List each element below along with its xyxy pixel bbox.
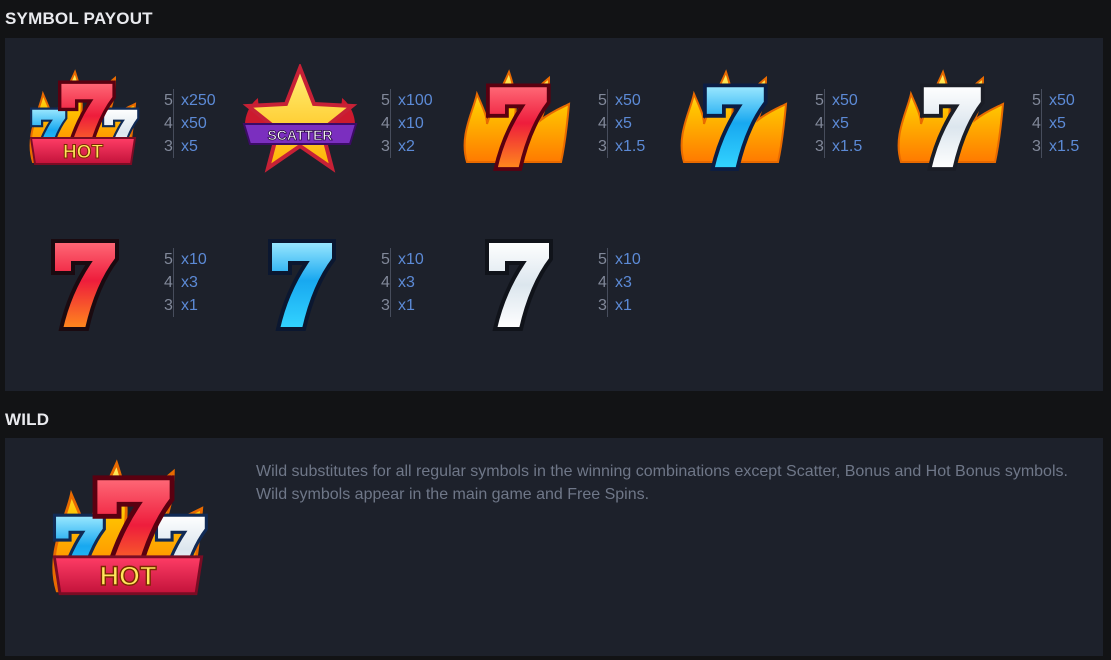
multiplier: x250	[181, 92, 216, 109]
symbol-payout-panel: HOT 5 x250 4 x50 3 x5 SCATTER 5 x100 4 x10 3x…	[5, 38, 1103, 391]
count: 3	[164, 297, 173, 314]
count: 4	[164, 115, 173, 132]
count: 3	[598, 297, 607, 314]
count: 5	[1032, 92, 1041, 109]
hot-wild-icon: HOT	[29, 71, 140, 165]
count: 3	[598, 138, 607, 155]
multiplier: x10	[398, 251, 424, 268]
count: 4	[164, 274, 173, 291]
multiplier: x5	[181, 138, 198, 155]
count: 5	[381, 92, 390, 109]
payout-entry-hot-wild: HOT 5 x250 4 x50 3 x5	[23, 64, 239, 184]
count: 4	[815, 115, 824, 132]
flaming-red-seven-icon	[463, 71, 570, 171]
red-seven-icon	[51, 239, 119, 331]
count: 3	[815, 138, 824, 155]
payout-table: 5 x50 4 x5 3 x1.5	[598, 89, 646, 158]
multiplier: x10	[181, 251, 207, 268]
multiplier: x3	[181, 274, 198, 291]
count: 5	[598, 92, 607, 109]
multiplier: x50	[181, 115, 207, 132]
flaming-blue-seven-icon	[680, 71, 787, 171]
payout-entry-white-seven: 5 x10 4 x3 3 x1	[457, 223, 673, 343]
multiplier: x50	[1049, 92, 1075, 109]
multiplier: x1	[181, 297, 198, 314]
multiplier: x10	[615, 251, 641, 268]
count: 3	[381, 297, 390, 314]
count: 4	[598, 274, 607, 291]
count: 5	[381, 251, 390, 268]
hot-label: HOT	[63, 142, 104, 163]
count: 5	[164, 251, 173, 268]
multiplier: x1.5	[832, 138, 863, 155]
payout-table: 5 x50 4 x5 3 x1.5	[815, 89, 863, 158]
multiplier: x5	[615, 115, 632, 132]
payout-table: 5 x250 4 x50 3 x5	[164, 89, 216, 158]
payout-table: 5 x10 4 x3 3 x1	[381, 248, 424, 317]
payout-entry-red-seven: 5 x10 4 x3 3 x1	[23, 223, 239, 343]
multiplier: x50	[615, 92, 641, 109]
payout-table: 5 x50 4 x5 3 x1.5	[1032, 89, 1080, 158]
multiplier: x3	[615, 274, 632, 291]
payout-entry-flaming-blue-seven: 5 x50 4 x5 3 x1.5	[674, 64, 890, 184]
count: 4	[598, 115, 607, 132]
multiplier: x1	[398, 297, 415, 314]
count: 5	[598, 251, 607, 268]
count: 5	[164, 92, 173, 109]
wild-description: Wild substitutes for all regular symbols…	[256, 460, 1076, 506]
section-title-symbol-payout: SYMBOL PAYOUT	[5, 9, 153, 28]
count: 4	[1032, 115, 1041, 132]
multiplier: x3	[398, 274, 415, 291]
multiplier: x5	[832, 115, 849, 132]
multiplier: x5	[1049, 115, 1066, 132]
scatter-star-icon: SCATTER	[242, 64, 358, 173]
multiplier: x2	[398, 138, 415, 155]
payout-table: 5 x10 4 x3 3 x1	[598, 248, 641, 317]
hot-wild-icon: HOT	[52, 461, 208, 596]
multiplier: x10	[398, 115, 424, 132]
count: 3	[164, 138, 173, 155]
scatter-label: SCATTER	[267, 127, 332, 143]
payout-entry-flaming-white-seven: 5 x50 4 x5 3 x1.5	[891, 64, 1107, 184]
payout-entry-blue-seven: 5 x10 4 x3 3 x1	[240, 223, 456, 343]
wild-description-line: Wild substitutes for all regular symbols…	[256, 463, 1068, 480]
multiplier: x1	[615, 297, 632, 314]
hot-label: HOT	[100, 561, 157, 591]
count: 4	[381, 274, 390, 291]
multiplier: x50	[832, 92, 858, 109]
payout-entry-scatter: SCATTER 5 x100 4 x10 3 x2	[240, 64, 456, 184]
count: 3	[1032, 138, 1041, 155]
white-seven-icon	[485, 239, 553, 331]
count: 3	[381, 138, 390, 155]
section-title-wild: WILD	[5, 410, 50, 429]
payout-table: 5 x10 4 x3 3 x1	[164, 248, 207, 317]
payout-entry-flaming-red-seven: 5 x50 4 x5 3 x1.5	[457, 64, 673, 184]
count: 4	[381, 115, 390, 132]
multiplier: x100	[398, 92, 433, 109]
payout-table: 5 x100 4 x10 3 x2	[381, 89, 433, 158]
multiplier: x1.5	[615, 138, 646, 155]
flaming-white-seven-icon	[897, 71, 1004, 171]
count: 5	[815, 92, 824, 109]
blue-seven-icon	[268, 239, 336, 331]
wild-description-line: Wild symbols appear in the main game and…	[256, 486, 650, 503]
multiplier: x1.5	[1049, 138, 1080, 155]
wild-panel: HOT Wild substitutes for all regular sym…	[5, 438, 1103, 656]
